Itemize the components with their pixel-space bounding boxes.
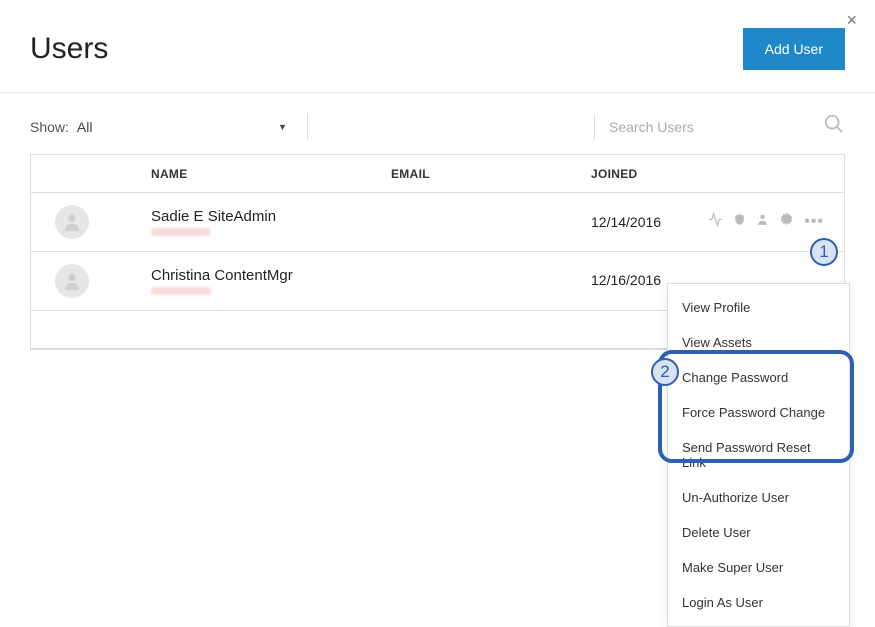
add-user-button[interactable]: Add User [743,28,845,70]
page-header: Users Add User [0,0,875,93]
table-row[interactable]: Sadie E SiteAdmin 12/14/2016 ••• [31,193,844,252]
show-label: Show: [30,119,69,135]
name-cell: Sadie E SiteAdmin [151,208,391,236]
activity-icon[interactable] [708,212,723,232]
joined-date: 12/16/2016 [591,272,661,288]
gear-icon[interactable] [779,212,794,232]
avatar [55,264,89,298]
menu-view-profile[interactable]: View Profile [668,290,849,325]
close-icon[interactable]: × [846,10,857,31]
callout-badge-2: 2 [651,358,679,386]
shield-icon[interactable] [733,212,746,232]
username-redacted [151,228,211,236]
row-actions: ••• [708,212,824,232]
menu-make-super-user[interactable]: Make Super User [668,550,849,585]
menu-send-password-reset-link[interactable]: Send Password Reset Link [668,430,849,480]
filter-group: Show: All ▼ [30,114,308,140]
menu-view-assets[interactable]: View Assets [668,325,849,360]
page-title: Users [30,32,108,66]
joined-date: 12/14/2016 [591,214,661,230]
username-redacted [151,287,211,295]
callout-badge-1: 1 [810,238,838,266]
col-name: NAME [151,167,391,181]
show-value: All [77,119,93,135]
menu-unauthorize-user[interactable]: Un-Authorize User [668,480,849,515]
table-header: NAME EMAIL JOINED [31,155,844,193]
col-email: EMAIL [391,167,591,181]
menu-change-password[interactable]: Change Password [668,360,849,395]
col-joined: JOINED [591,167,824,181]
search-input[interactable] [609,119,809,135]
row-context-menu: View Profile View Assets Change Password… [667,283,850,627]
menu-delete-user[interactable]: Delete User [668,515,849,550]
divider [307,114,308,140]
search-icon[interactable] [823,113,845,140]
user-name: Sadie E SiteAdmin [151,208,391,225]
avatar [55,205,89,239]
user-name: Christina ContentMgr [151,267,391,284]
search-group [582,113,845,140]
divider [594,114,595,140]
chevron-down-icon: ▼ [278,122,287,132]
menu-force-password-change[interactable]: Force Password Change [668,395,849,430]
menu-login-as-user[interactable]: Login As User [668,585,849,620]
person-icon[interactable] [756,212,769,232]
toolbar: Show: All ▼ [0,93,875,154]
name-cell: Christina ContentMgr [151,267,391,295]
show-select[interactable]: All ▼ [77,119,287,135]
more-icon[interactable]: ••• [804,213,824,231]
